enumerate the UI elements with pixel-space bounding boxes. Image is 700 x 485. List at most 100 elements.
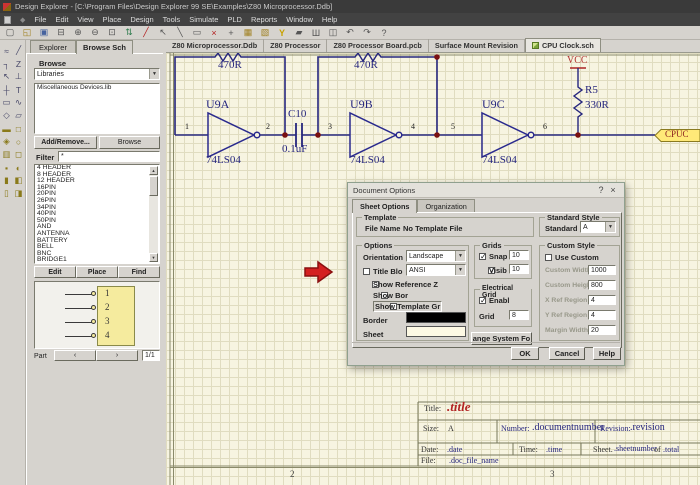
chevron-down-icon[interactable]: [455, 251, 465, 261]
tab-surface-mount-revision[interactable]: Surface Mount Revision: [429, 39, 525, 52]
tab-browse-sch[interactable]: Browse Sch: [76, 40, 133, 54]
pullup-value-label[interactable]: 330R: [585, 99, 609, 111]
save-icon[interactable]: ▣: [38, 27, 50, 38]
library-list[interactable]: Miscellaneous Devices.lib: [34, 83, 160, 134]
new-icon[interactable]: ▢: [4, 27, 16, 38]
wire-tool-icon[interactable]: ≈: [1, 44, 13, 57]
connector-part-icon[interactable]: ○: [13, 135, 25, 148]
help-button[interactable]: Help: [593, 347, 621, 360]
menu-item[interactable]: Help: [322, 15, 337, 24]
library-category-dropdown[interactable]: Libraries: [34, 68, 160, 80]
menu-item[interactable]: PLD: [227, 15, 242, 24]
menu-item[interactable]: View: [77, 15, 93, 24]
filter-input[interactable]: *: [58, 151, 160, 162]
crystal-part-icon[interactable]: ◐: [13, 161, 25, 174]
project-icon[interactable]: ▦: [242, 27, 254, 38]
zoom-in-icon[interactable]: ⊕: [72, 27, 84, 38]
sheet-symbol-tool-icon[interactable]: ▱: [13, 109, 25, 122]
pointer-tool-icon[interactable]: ↖: [1, 70, 13, 83]
switch-part-icon[interactable]: ▪: [1, 161, 13, 174]
gate-ref-label[interactable]: U9B: [350, 97, 373, 112]
custom-field-input[interactable]: 20: [588, 325, 616, 335]
capacitor-part-icon[interactable]: □: [13, 122, 25, 135]
component-list-item[interactable]: BRIDGE1: [35, 257, 159, 264]
move-icon[interactable]: +: [225, 27, 237, 38]
zoom-page-icon[interactable]: ⊡: [106, 27, 118, 38]
snap-grid-checkbox[interactable]: [479, 253, 486, 260]
snap-grid-input[interactable]: 10: [509, 250, 529, 260]
ok-button[interactable]: OK: [511, 347, 539, 360]
menu-item[interactable]: Simulate: [189, 15, 218, 24]
power-port-tool-icon[interactable]: ⊥: [13, 70, 25, 83]
scroll-up-icon[interactable]: [149, 166, 158, 175]
gate-ref-label[interactable]: U9A: [206, 97, 229, 112]
tab-z80-processor[interactable]: Z80 Processor: [264, 39, 327, 52]
scroll-thumb[interactable]: [149, 176, 158, 196]
transistor-part-icon[interactable]: ▥: [1, 148, 13, 161]
component-list-scrollbar[interactable]: [149, 166, 158, 262]
menu-item[interactable]: Design: [130, 15, 153, 24]
chevron-down-icon[interactable]: [605, 222, 615, 232]
port-label[interactable]: CPUC: [665, 129, 689, 139]
use-custom-checkbox[interactable]: [545, 254, 552, 261]
custom-field-input[interactable]: 800: [588, 280, 616, 290]
wiring-icon[interactable]: Y: [276, 27, 288, 38]
gate-part-label[interactable]: 74LS04: [206, 154, 241, 166]
print-icon[interactable]: ⊟: [55, 27, 67, 38]
capacitor-value-label[interactable]: 0.1uF: [282, 143, 307, 155]
pullup-ref-label[interactable]: R5: [585, 84, 598, 96]
component-list[interactable]: 4 HEADER8 HEADER12 HEADER16PIN20PIN26PIN…: [34, 164, 160, 264]
tab-sheet-options[interactable]: Sheet Options: [352, 199, 417, 213]
custom-field-input[interactable]: 4: [588, 310, 616, 320]
net-label-tool-icon[interactable]: Z: [13, 57, 25, 70]
power-net-label[interactable]: VCC: [567, 55, 588, 66]
add-remove-button[interactable]: Add/Remove...: [34, 136, 97, 149]
close-icon[interactable]: ×: [607, 185, 619, 195]
rect-tool-icon[interactable]: ▭: [1, 96, 13, 109]
display-part-icon[interactable]: ▯: [1, 187, 13, 200]
part-next-button[interactable]: ›: [96, 350, 138, 361]
sheet-color-swatch[interactable]: [406, 326, 466, 337]
menu-item[interactable]: Tools: [163, 15, 181, 24]
undo-icon[interactable]: ↶: [344, 27, 356, 38]
custom-field-input[interactable]: 4: [588, 295, 616, 305]
document-icon[interactable]: [4, 16, 11, 24]
chevron-down-icon[interactable]: [149, 69, 159, 79]
library-list-item[interactable]: Miscellaneous Devices.lib: [35, 84, 159, 92]
chevron-down-icon[interactable]: [455, 265, 465, 275]
visible-grid-input[interactable]: 10: [509, 264, 529, 274]
tab-z80-microprocessor[interactable]: Z80 Microprocessor.Ddb: [166, 39, 264, 52]
junction-tool-icon[interactable]: ┼: [1, 83, 13, 96]
scroll-down-icon[interactable]: [149, 253, 158, 262]
tab-z80-processor-board[interactable]: Z80 Processor Board.pcb: [327, 39, 428, 52]
tab-explorer[interactable]: Explorer: [30, 40, 76, 53]
bus-tool-icon[interactable]: ╱: [13, 44, 25, 57]
redo-icon[interactable]: ↷: [361, 27, 373, 38]
line-icon[interactable]: ╲: [174, 27, 186, 38]
gate-part-label[interactable]: 74LS04: [350, 154, 385, 166]
deselect-icon[interactable]: ×: [208, 27, 220, 38]
component-list-item[interactable]: 50PIN: [35, 218, 159, 225]
dialog-help-icon[interactable]: ?: [595, 185, 607, 195]
browse-button[interactable]: Browse: [99, 136, 160, 149]
border-color-swatch[interactable]: [406, 312, 466, 323]
capacitor-ref-label[interactable]: C10: [288, 108, 306, 120]
part-icon[interactable]: ▰: [293, 27, 305, 38]
find-button[interactable]: Find: [118, 266, 160, 278]
tab-organization[interactable]: Organization: [417, 199, 474, 213]
component-list-item[interactable]: BELL: [35, 244, 159, 251]
custom-field-input[interactable]: 1000: [588, 265, 616, 275]
menu-item[interactable]: Reports: [251, 15, 277, 24]
menu-item[interactable]: Place: [103, 15, 122, 24]
relay-part-icon[interactable]: ▮: [1, 174, 13, 187]
title-block-checkbox[interactable]: [363, 268, 370, 275]
text-tool-icon[interactable]: T: [13, 83, 25, 96]
zoom-out-icon[interactable]: ⊖: [89, 27, 101, 38]
selection-icon[interactable]: ▭: [191, 27, 203, 38]
edit-button[interactable]: Edit: [34, 266, 76, 278]
standard-style-dropdown[interactable]: A: [580, 221, 616, 233]
menu-item[interactable]: Edit: [55, 15, 68, 24]
cancel-button[interactable]: Cancel: [549, 347, 585, 360]
title-bar[interactable]: Design Explorer - [C:\Program Files\Desi…: [0, 0, 700, 13]
library-icon[interactable]: ▧: [259, 27, 271, 38]
